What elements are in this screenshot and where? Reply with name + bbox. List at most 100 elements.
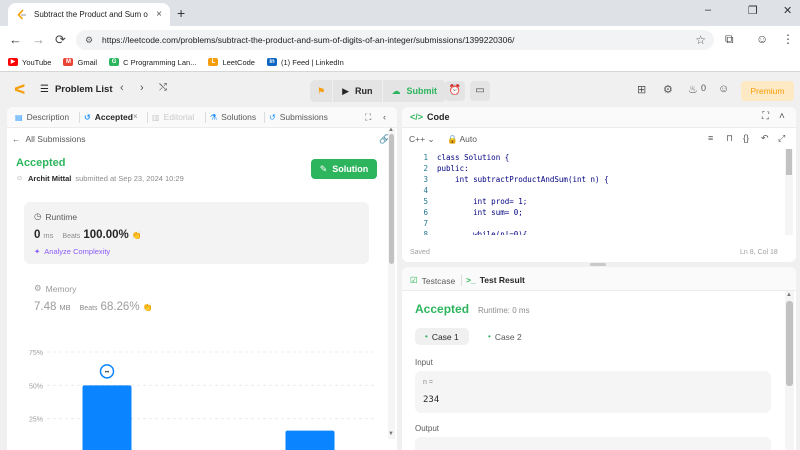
tab-test-result[interactable]: >_ Test Result (466, 275, 525, 285)
reload-icon[interactable]: ⟳ (55, 32, 66, 48)
run-button[interactable]: ▶ Run (333, 80, 382, 102)
tab-testcase[interactable]: ☑ Testcase (410, 275, 455, 286)
panel-resize-handle[interactable] (590, 263, 606, 266)
tab-solutions[interactable]: ⚗ Solutions (210, 112, 256, 122)
browser-tab[interactable]: Subtract the Product and Sum o × (8, 3, 170, 26)
bookmark-leetcode[interactable]: L LeetCode (208, 58, 255, 67)
extensions-icon[interactable]: ⧉ (725, 32, 734, 47)
code-line[interactable]: 3 int subtractProductAndSum(int n) { (402, 175, 784, 186)
scrollbar-thumb[interactable] (786, 301, 793, 386)
scrollbar-thumb[interactable] (786, 149, 792, 175)
minimize-icon[interactable]: – (705, 4, 711, 16)
all-submissions-link[interactable]: ← All Submissions (12, 134, 86, 144)
runtime-value: 0 (34, 229, 41, 241)
scroll-down-icon[interactable]: ▼ (388, 431, 394, 437)
left-tabs: ▤ Description ↺ Accepted × ▥ Editorial ⚗… (7, 107, 397, 128)
code-scrollbar[interactable] (785, 149, 793, 235)
code-line[interactable]: 5 int prod= 1; (402, 197, 784, 208)
code-line[interactable]: 1 class Solution { (402, 153, 784, 164)
analyze-complexity-link[interactable]: ✦ Analyze Complexity (34, 247, 110, 256)
bookmark-star-icon[interactable]: ☆ (695, 33, 706, 47)
braces-icon[interactable]: {} (743, 133, 749, 143)
auto-mode[interactable]: 🔒 Auto (447, 134, 477, 145)
bookmark-icon[interactable]: ⊓ (726, 133, 733, 144)
leetcode-logo-icon[interactable]: ᐸ (14, 82, 26, 98)
timer-button[interactable]: ⏰ (445, 81, 465, 101)
layout-grid-icon[interactable]: ⊞ (637, 83, 646, 96)
tab-divider (264, 112, 265, 123)
line-number: 3 (423, 175, 428, 184)
tab-submissions[interactable]: ↺ Submissions (269, 112, 328, 122)
tab-divider (461, 275, 462, 286)
tab-close-icon[interactable]: × (156, 9, 162, 20)
scrollbar-thumb[interactable] (389, 134, 394, 264)
memory-card[interactable]: ⚙ Memory 7.48 MB Beats 68.26% 👏 (24, 274, 369, 324)
case-1-tab[interactable]: • Case 1 (415, 328, 469, 345)
memory-unit: MB (59, 303, 71, 312)
tab-accepted[interactable]: ↺ Accepted (84, 112, 133, 122)
maximize-icon[interactable]: ⛶ (762, 111, 769, 122)
code-line[interactable]: 4 (402, 186, 784, 197)
new-tab-button[interactable]: + (177, 5, 185, 21)
back-icon[interactable]: ← (9, 32, 22, 47)
premium-button[interactable]: Premium (741, 81, 794, 101)
runtime-card[interactable]: ◷ Runtime 0 ms Beats 100.00% 👏 ✦ Analyze… (24, 202, 369, 264)
code-text: int sum= 0; (437, 208, 523, 217)
settings-gear-icon[interactable]: ⚙ (663, 83, 673, 96)
collapse-icon[interactable]: ‹ (383, 112, 386, 122)
window-close-icon[interactable]: ✕ (783, 4, 792, 17)
problem-list-button[interactable]: ☰ Problem List (40, 84, 113, 95)
next-problem-icon[interactable]: › (140, 82, 144, 94)
scroll-up-icon[interactable]: ▲ (388, 127, 394, 133)
maximize-icon[interactable]: ⛶ (365, 112, 371, 123)
youtube-icon: ▶ (8, 58, 18, 66)
menu-kebab-icon[interactable]: ⋮ (782, 32, 794, 46)
case-2-tab[interactable]: • Case 2 (478, 328, 532, 345)
submit-button[interactable]: ☁ Submit (382, 80, 446, 102)
result-scrollbar[interactable]: ▲ (785, 291, 794, 450)
site-info-icon[interactable]: ⚙ (85, 35, 93, 46)
bookmark-youtube[interactable]: ▶ YouTube (8, 58, 51, 67)
reset-icon[interactable]: ↶ (761, 133, 769, 144)
fullscreen-icon[interactable]: ⤢ (778, 133, 785, 144)
notes-button[interactable]: ▭ (470, 81, 490, 101)
bookmark-c-programming[interactable]: G C Programming Lan... (109, 58, 196, 67)
input-label: Input (415, 358, 433, 367)
fire-icon[interactable]: ♨ (688, 83, 698, 96)
code-editor[interactable]: 1 class Solution {2 public: 3 int subtractP… (402, 153, 784, 235)
profile-icon[interactable]: ☺ (756, 32, 768, 46)
user-avatar-icon[interactable]: ☺ (718, 83, 729, 95)
analyze-label: Analyze Complexity (44, 247, 111, 256)
format-icon[interactable]: ≡ (708, 133, 713, 143)
line-number: 2 (423, 164, 428, 173)
collapse-icon[interactable]: ˄ (779, 111, 785, 122)
left-scrollbar[interactable]: ▲ ▼ (388, 127, 395, 439)
bookmark-gmail[interactable]: M Gmail (63, 58, 97, 67)
restore-icon[interactable]: ❐ (748, 4, 758, 17)
output-box (415, 437, 771, 450)
shuffle-icon[interactable]: ⤭ (159, 82, 167, 93)
code-line[interactable]: 2 public: (402, 164, 784, 175)
author-name[interactable]: Archit Mittal (28, 174, 71, 183)
bookmark-linkedin[interactable]: in (1) Feed | LinkedIn (266, 58, 344, 67)
list-icon: ☰ (40, 84, 49, 95)
code-line[interactable]: 8 while(n!=0){ (402, 230, 784, 235)
language-select[interactable]: C++ ⌄ (409, 134, 435, 145)
scroll-up-icon[interactable]: ▲ (786, 292, 792, 298)
bookmark-label: LeetCode (222, 57, 255, 67)
bookmark-label: YouTube (22, 57, 52, 67)
debug-button[interactable]: ⚑ (310, 80, 333, 102)
code-text: int subtractProductAndSum(int n) { (437, 175, 609, 184)
tab-label: Submissions (279, 112, 328, 122)
prev-problem-icon[interactable]: ‹ (120, 82, 124, 94)
code-title: </> Code (410, 112, 450, 122)
solution-button[interactable]: ✎ Solution (311, 159, 377, 179)
tab-editorial[interactable]: ▥ Editorial (152, 112, 194, 122)
forward-icon[interactable]: → (32, 32, 45, 47)
tab-close-icon[interactable]: × (133, 112, 138, 121)
saved-status: Saved (410, 249, 430, 256)
code-line[interactable]: 6 int sum= 0; (402, 208, 784, 219)
url-field[interactable]: ⚙ https://leetcode.com/problems/subtract… (76, 30, 714, 50)
code-line[interactable]: 7 (402, 219, 784, 230)
tab-description[interactable]: ▤ Description (15, 112, 69, 122)
